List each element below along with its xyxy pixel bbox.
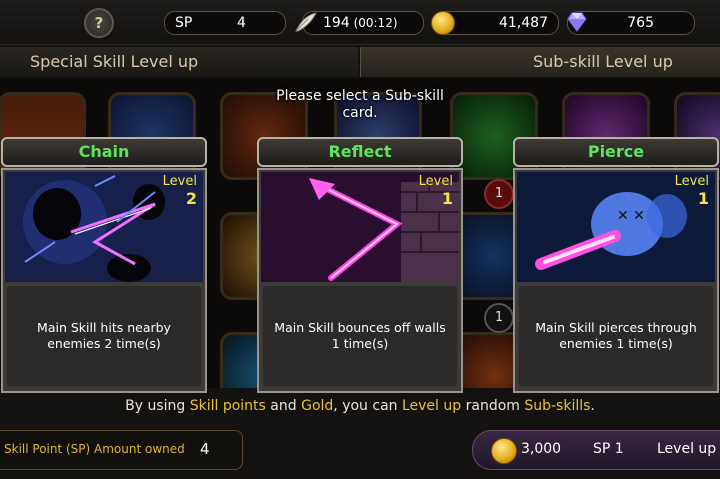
hint-highlight: Sub-skills (524, 398, 591, 414)
card-title: Chain (1, 137, 207, 167)
sp-owned-value: 4 (200, 440, 210, 458)
level-up-button[interactable]: 3,000 SP 1 Level up (472, 430, 720, 470)
sp-value: 4 (237, 15, 246, 31)
level-up-gold-cost: 3,000 (521, 441, 562, 457)
level-up-hint: By using Skill points and Gold, you can … (0, 398, 720, 414)
level-value: 2 (185, 189, 197, 208)
hint-text: , you can (333, 398, 402, 414)
sub-skill-card-reflect[interactable]: Reflect Level 1 Main Skill bounces off w… (257, 137, 463, 393)
level-value: 1 (441, 189, 453, 208)
hint-text: random (461, 398, 525, 414)
feather-icon (295, 12, 317, 32)
level-label: Level (162, 174, 197, 189)
hint-text: By using (125, 398, 190, 414)
level-value: 1 (697, 189, 709, 208)
gold-value: 41,487 (499, 15, 548, 31)
tab-label: Special Skill Level up (30, 52, 199, 71)
hint-text: and (265, 398, 302, 414)
gold-coin-icon (431, 11, 455, 35)
hint-highlight: Skill points (189, 398, 266, 414)
gem-value: 765 (627, 15, 654, 31)
hint-text: . (590, 398, 595, 414)
card-description: Main Skill pierces through enemies 1 tim… (519, 286, 713, 386)
card-title: Pierce (513, 137, 719, 167)
help-button[interactable]: ? (84, 8, 114, 38)
energy-value: 194 (00:12) (323, 12, 398, 34)
energy-amount: 194 (323, 15, 350, 31)
card-level: Level 2 (163, 174, 197, 209)
level-up-sp-cost: SP 1 (593, 441, 624, 457)
card-level: Level 1 (419, 174, 453, 209)
sub-skill-card-chain[interactable]: Chain Level 2 Main Skill hits nearby ene… (1, 137, 207, 393)
energy-timer: (00:12) (353, 16, 398, 30)
top-resource-bar: ? SP 4 194 (00:12) 41,487 765 (0, 0, 720, 45)
sp-label: SP (175, 15, 193, 31)
card-description: Main Skill hits nearby enemies 2 time(s) (7, 286, 201, 386)
svg-text:✕ ✕: ✕ ✕ (617, 208, 645, 224)
card-body: ✕ ✕ Level 1 Main Skill pierces through e… (513, 168, 719, 393)
level-label: Level (418, 174, 453, 189)
sp-owned-label: Skill Point (SP) Amount owned (4, 442, 185, 456)
skill-count-badge: 1 (484, 179, 514, 209)
tab-sub-skill-level-up[interactable]: Sub-skill Level up (360, 47, 720, 77)
gold-coin-icon (491, 438, 517, 464)
energy-counter: 194 (00:12) (302, 11, 424, 35)
card-level: Level 1 (675, 174, 709, 209)
card-body: Level 2 Main Skill hits nearby enemies 2… (1, 168, 207, 393)
tab-special-skill-level-up[interactable]: Special Skill Level up (0, 47, 358, 77)
sp-owned-panel: Skill Point (SP) Amount owned 4 (0, 430, 243, 470)
card-title: Reflect (257, 137, 463, 167)
card-description: Main Skill bounces off walls 1 time(s) (263, 286, 457, 386)
card-body: Level 1 Main Skill bounces off walls 1 t… (257, 168, 463, 393)
selection-prompt: Please select a Sub-skill card. (276, 88, 444, 121)
level-up-label: Level up (657, 441, 717, 457)
tab-bar: Special Skill Level up Sub-skill Level u… (0, 47, 720, 77)
tab-label: Sub-skill Level up (533, 52, 673, 71)
hint-highlight: Level up (401, 398, 462, 414)
skill-count-badge: 1 (484, 303, 514, 333)
sp-counter: SP 4 (164, 11, 286, 35)
diamond-icon (567, 12, 587, 32)
sub-skill-card-pierce[interactable]: Pierce ✕ ✕ Level 1 Main Skill pierces th… (513, 137, 719, 393)
level-label: Level (674, 174, 709, 189)
hint-highlight: Gold (301, 398, 334, 414)
